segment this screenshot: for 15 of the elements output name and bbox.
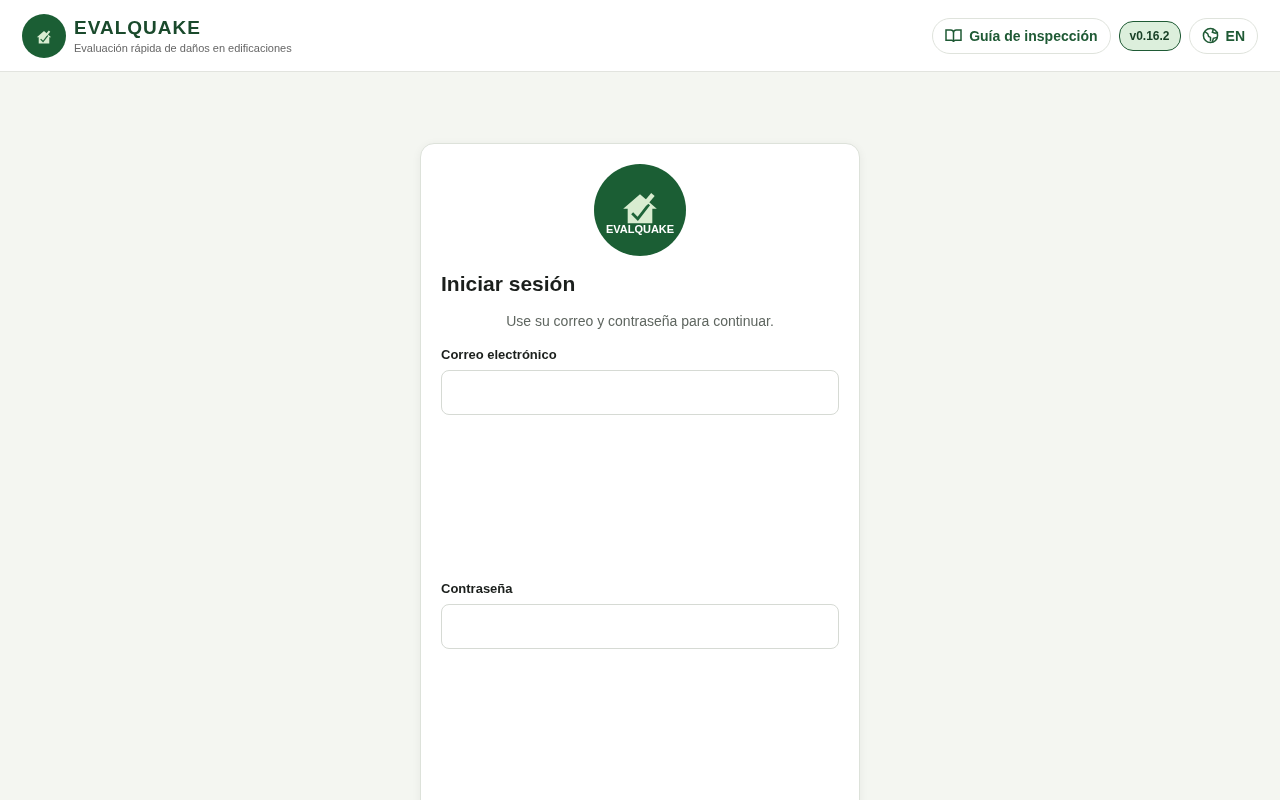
logo-text: EVALQUAKE [605, 223, 675, 235]
field-label: Contraseña [441, 581, 514, 596]
login-description: Use su correo y contraseña para continuar. [505, 313, 775, 329]
login-title: Iniciar sesión [441, 272, 577, 296]
app-logo [22, 13, 66, 58]
app-title: EVALQUAKE [74, 17, 202, 39]
language-button[interactable]: EN [1188, 17, 1258, 54]
book-icon [945, 28, 963, 43]
globe-icon [1201, 27, 1219, 44]
field-label: Correo electrónico [441, 347, 558, 362]
guide-button[interactable]: Guía de inspección [932, 17, 1111, 54]
version-badge: v0.16.2 [1118, 20, 1181, 51]
input-field[interactable] [441, 370, 839, 415]
app-subtitle: Evaluación rápida de daños en edificaciones [74, 42, 292, 54]
input-field[interactable] [441, 604, 839, 649]
